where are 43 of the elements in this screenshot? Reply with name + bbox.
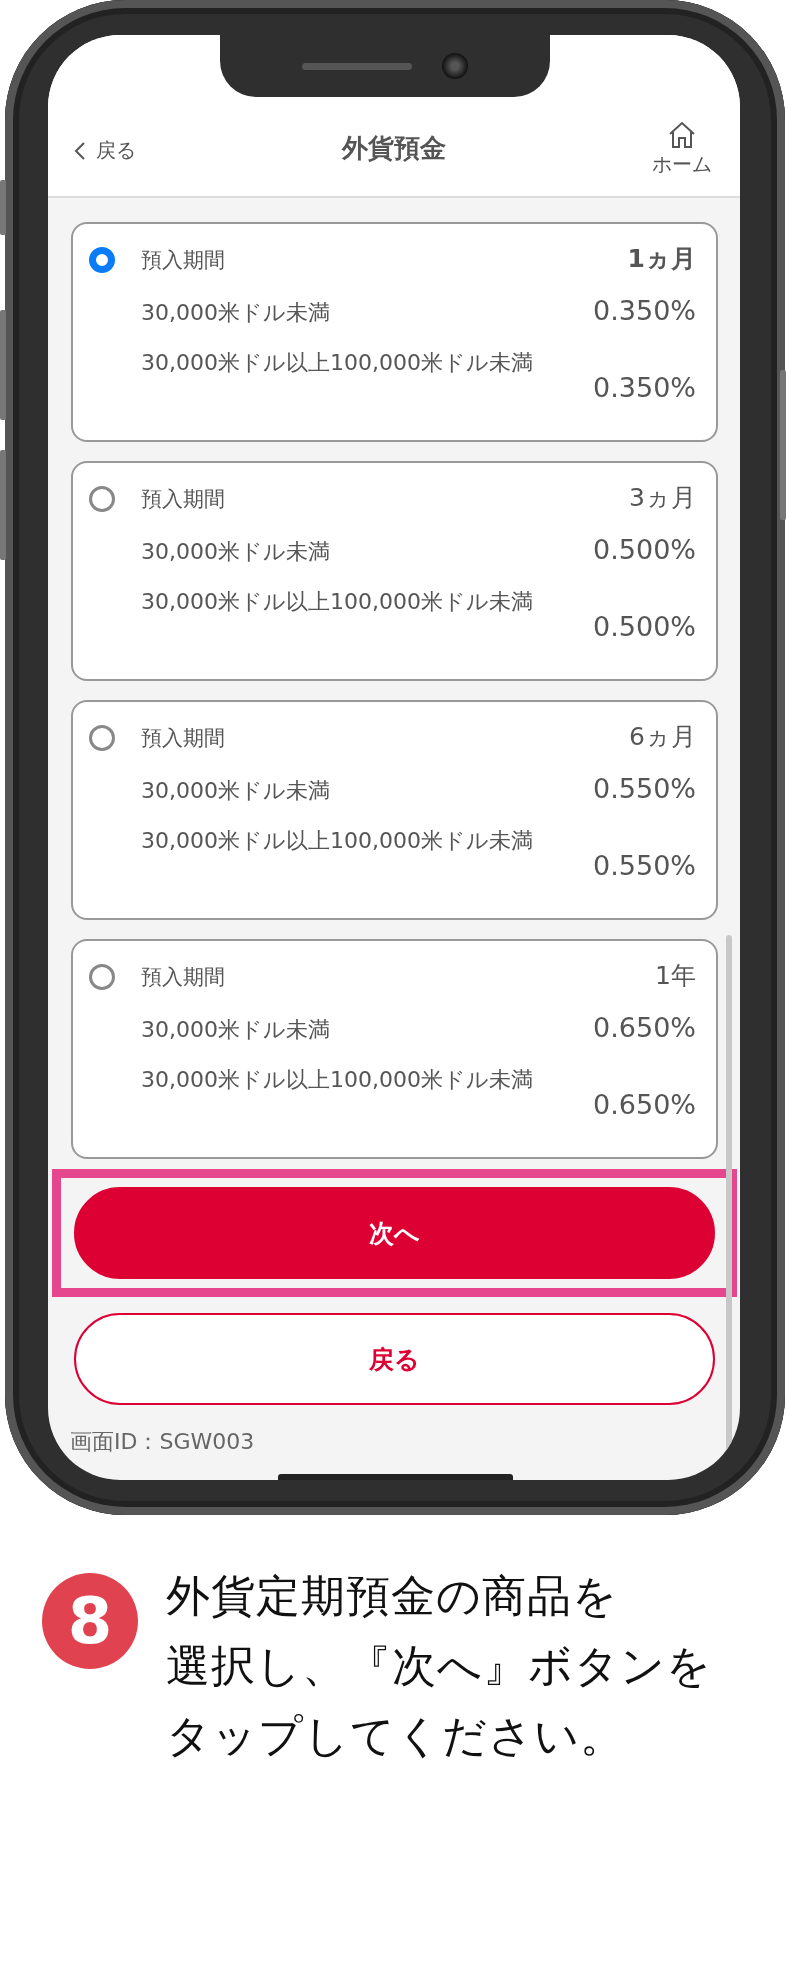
page-title: 外貨預金 — [342, 132, 446, 165]
term-value: 1年 — [655, 960, 696, 992]
condition-label: 30,000米ドル未満 — [141, 299, 330, 327]
rate-value: 0.350% — [593, 295, 696, 326]
condition-label: 30,000米ドル以上100,000米ドル未満 — [141, 1067, 533, 1092]
term-value: 6ヵ月 — [629, 721, 696, 753]
period-label: 預入期間 — [141, 486, 225, 513]
next-button[interactable]: 次へ — [74, 1187, 715, 1279]
radio-button[interactable] — [89, 964, 115, 990]
instruction-text: 外貨定期預金の商品を 選択し、『次へ』ボタンを タップしてください。 — [166, 1569, 712, 1763]
back-button[interactable]: 戻る — [74, 1313, 715, 1405]
rate-value: 0.650% — [593, 1089, 696, 1120]
radio-button[interactable] — [89, 486, 115, 512]
step-badge: 8 — [42, 1573, 138, 1669]
radio-button[interactable] — [89, 725, 115, 751]
term-value: 1ヵ月 — [627, 243, 696, 275]
plan-card[interactable]: 預入期間 6ヵ月 30,000米ドル未満 0.550% 30,000米ドル以上100,000米ドル未満 0.550% — [71, 700, 718, 920]
term-value: 3ヵ月 — [629, 482, 696, 514]
rate-value: 0.350% — [593, 372, 696, 403]
period-label: 預入期間 — [141, 964, 225, 991]
condition-label: 30,000米ドル以上100,000米ドル未満 — [141, 828, 533, 853]
plan-card[interactable]: 預入期間 1年 30,000米ドル未満 0.650% 30,000米ドル以上100,000米ドル未満 0.650% — [71, 939, 718, 1159]
condition-label: 30,000米ドル未満 — [141, 538, 330, 566]
rate-value: 0.500% — [593, 611, 696, 642]
condition-label: 30,000米ドル以上100,000米ドル未満 — [141, 350, 533, 375]
rate-value: 0.500% — [593, 534, 696, 565]
home-link[interactable]: ホーム — [652, 121, 712, 178]
period-label: 預入期間 — [141, 247, 225, 274]
home-icon — [667, 121, 697, 149]
period-label: 預入期間 — [141, 725, 225, 752]
camera — [442, 53, 468, 79]
condition-label: 30,000米ドル以上100,000米ドル未満 — [141, 589, 533, 614]
rate-value: 0.550% — [593, 850, 696, 881]
radio-button[interactable] — [89, 247, 115, 273]
chevron-left-icon — [74, 140, 86, 161]
plan-card[interactable]: 預入期間 3ヵ月 30,000米ドル未満 0.500% 30,000米ドル以上100,000米ドル未満 0.500% — [71, 461, 718, 681]
condition-label: 30,000米ドル未満 — [141, 1016, 330, 1044]
screen-id: 画面ID：SGW003 — [69, 1428, 256, 1456]
back-link[interactable]: 戻る — [74, 137, 136, 164]
rate-value: 0.650% — [593, 1012, 696, 1043]
rate-value: 0.550% — [593, 773, 696, 804]
plan-card[interactable]: 預入期間 1ヵ月 30,000米ドル未満 0.350% 30,000米ドル以上100,000米ドル未満 0.350% — [71, 222, 718, 442]
condition-label: 30,000米ドル未満 — [141, 777, 330, 805]
